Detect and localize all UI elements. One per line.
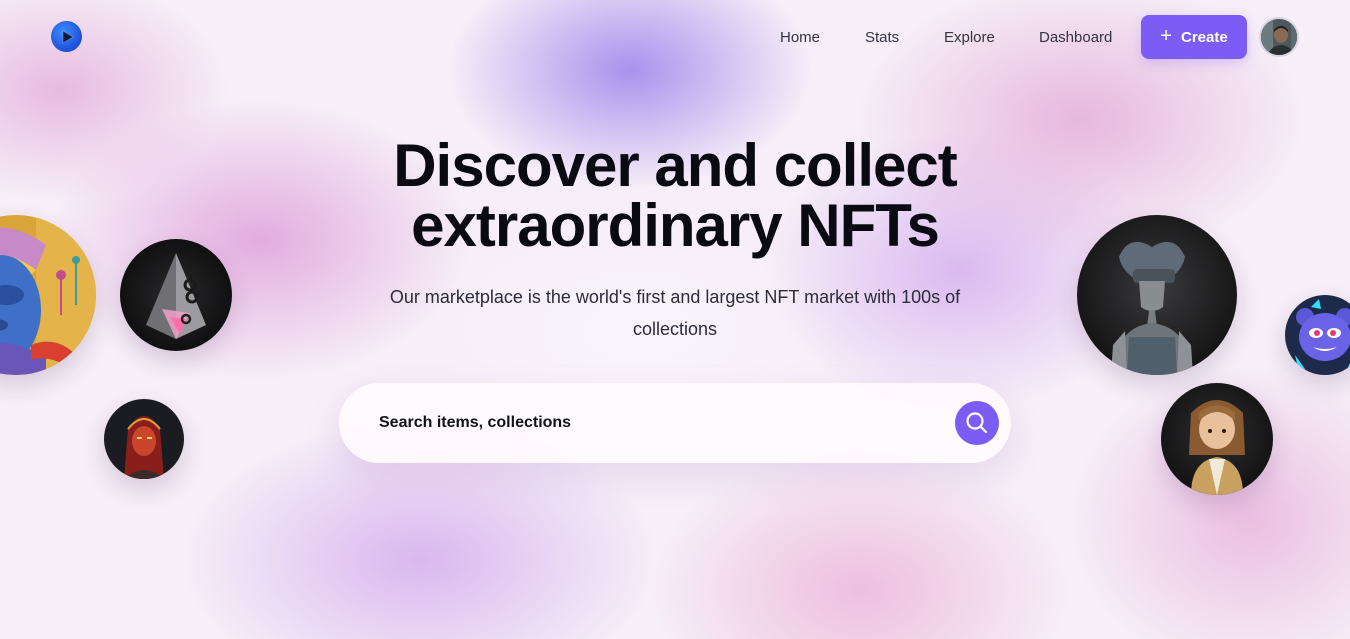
hero-title: Discover and collect extraordinary NFTs — [0, 136, 1350, 256]
hero-title-line-2: extraordinary NFTs — [411, 192, 940, 259]
red-hooded-character-nft[interactable] — [104, 399, 184, 479]
avatar-portrait — [1261, 19, 1297, 55]
red-hooded-character-art — [104, 399, 184, 479]
cartoon-girl-art — [1161, 383, 1273, 495]
cartoon-girl-nft[interactable] — [1161, 383, 1273, 495]
search-button[interactable] — [955, 401, 999, 445]
nav-stats-link[interactable]: Stats — [865, 28, 899, 48]
site-header: Home Stats Explore Dashboard + Create — [0, 0, 1350, 76]
user-avatar[interactable] — [1259, 17, 1299, 57]
search-bar — [339, 383, 1011, 463]
play-logo-icon[interactable] — [51, 21, 82, 52]
nav-home-link[interactable]: Home — [780, 28, 820, 48]
search-icon — [966, 412, 988, 434]
nav-explore-link[interactable]: Explore — [944, 28, 995, 48]
hero-title-line-1: Discover and collect — [393, 132, 958, 199]
hero-subtitle: Our marketplace is the world's first and… — [389, 287, 961, 339]
search-input[interactable] — [379, 410, 939, 436]
create-button-label: Create — [1180, 28, 1228, 46]
plus-icon: + — [1160, 25, 1172, 47]
play-icon — [62, 29, 74, 44]
create-button[interactable]: + Create — [1141, 15, 1247, 59]
nav-dashboard-link[interactable]: Dashboard — [1039, 28, 1112, 48]
